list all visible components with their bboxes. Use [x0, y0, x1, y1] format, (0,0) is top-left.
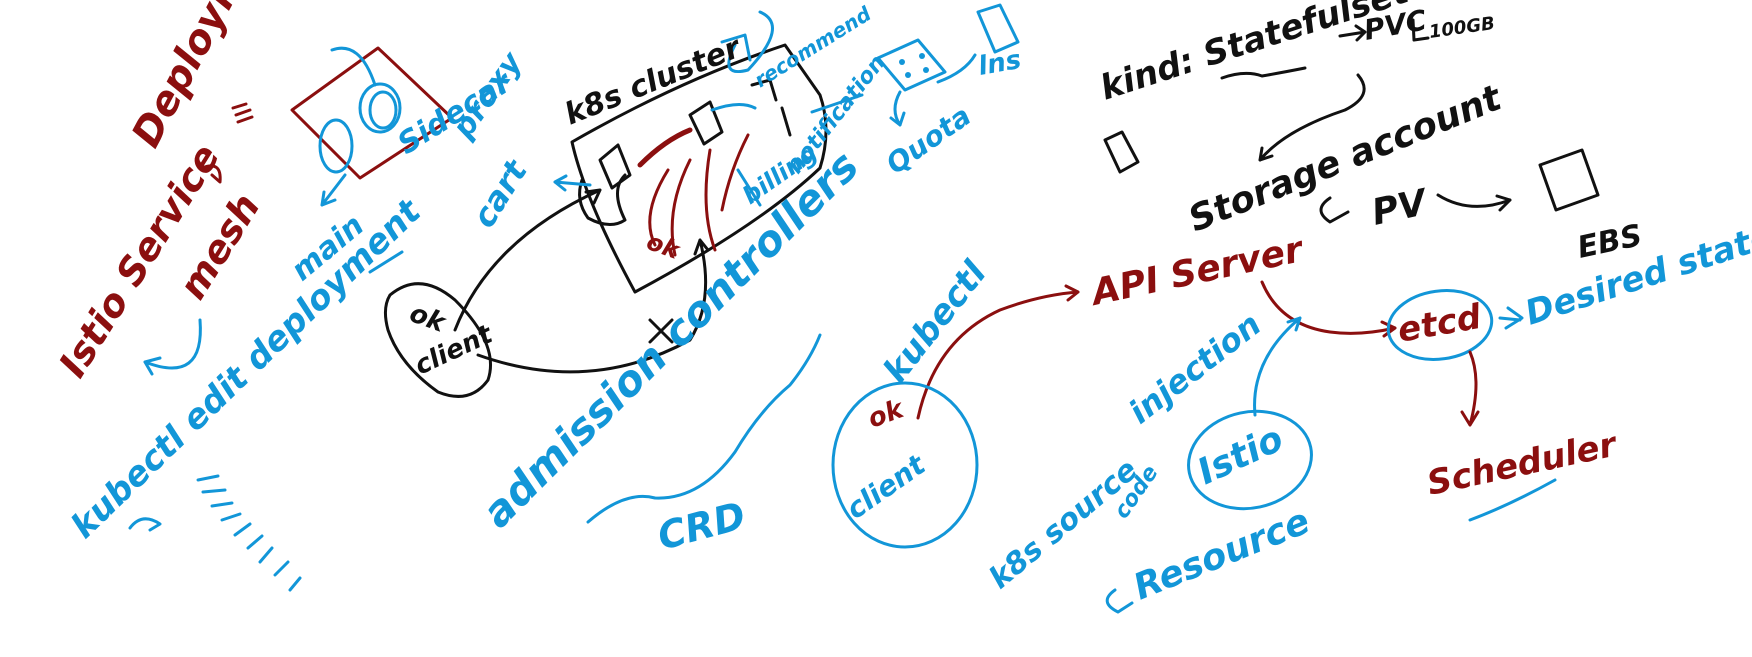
- etcd-label: etcd: [1395, 297, 1485, 351]
- storage-account-label: Storage account: [1183, 77, 1509, 240]
- ok-client-ok-label: ok: [406, 298, 451, 339]
- pvc-size-label: 100GB: [1428, 13, 1496, 43]
- ebs-square: [1538, 148, 1600, 212]
- api-to-etcd-arrow: [1260, 280, 1397, 338]
- scheduler-label: Scheduler: [1424, 424, 1622, 503]
- crd-label: CRD: [653, 493, 750, 558]
- lns-square: [976, 3, 1020, 54]
- quota-dot-2: [919, 53, 925, 59]
- istio-return-arrow: [143, 318, 202, 376]
- main-pointer-arrow: [320, 173, 347, 207]
- admission-controllers-label: admission controllers: [472, 141, 868, 537]
- quota-arrow: [889, 90, 906, 127]
- recommend-pod-shape: [750, 78, 792, 137]
- source-to-resource-arrow: [1105, 588, 1134, 614]
- k8s-source-label: k8s source: [983, 452, 1145, 596]
- statefulset-underline: [1220, 66, 1307, 80]
- main-container-circle: [318, 118, 354, 174]
- lns-label: lns: [976, 45, 1023, 82]
- storage-to-pv-arrow: [1319, 196, 1350, 224]
- cart-pod-loop: [578, 173, 627, 226]
- kubectl-client-client-label: client: [840, 447, 932, 525]
- recommend-pointer: [710, 103, 757, 112]
- whiteboard-drawing: Deployment Istio Service mesh Sidecar pr…: [50, 0, 1752, 614]
- sidecar-circle-inner: [368, 90, 398, 130]
- deployment-tick-marks: [231, 102, 254, 124]
- resource-label: Resource: [1128, 501, 1315, 609]
- cart-label: cart: [465, 152, 536, 234]
- cart-pod-shape: [598, 143, 632, 190]
- etcd-to-scheduler-arrow: [1460, 350, 1480, 427]
- pv-label: PV: [1368, 182, 1433, 234]
- cart-billing-link: [637, 127, 693, 168]
- quota-dot-1: [899, 59, 905, 65]
- deployment-label: Deployment: [123, 0, 292, 155]
- storage-square: [1103, 130, 1140, 174]
- kubectl-client-ok-label: ok: [864, 394, 909, 435]
- kubectl-tick-marks: [196, 474, 302, 592]
- cluster-ok-label: ok: [643, 227, 685, 265]
- kubectl-curl-arrow: [128, 517, 162, 532]
- pv-to-ebs-arrow: [1436, 193, 1512, 212]
- etcd-to-desired-arrow: [1498, 306, 1524, 330]
- quota-dot-4: [923, 67, 929, 73]
- k8s-cluster-label: k8s cluster: [560, 30, 748, 133]
- whiteboard-canvas: Deployment Istio Service mesh Sidecar pr…: [0, 0, 1752, 657]
- quota-dot-3: [905, 72, 911, 78]
